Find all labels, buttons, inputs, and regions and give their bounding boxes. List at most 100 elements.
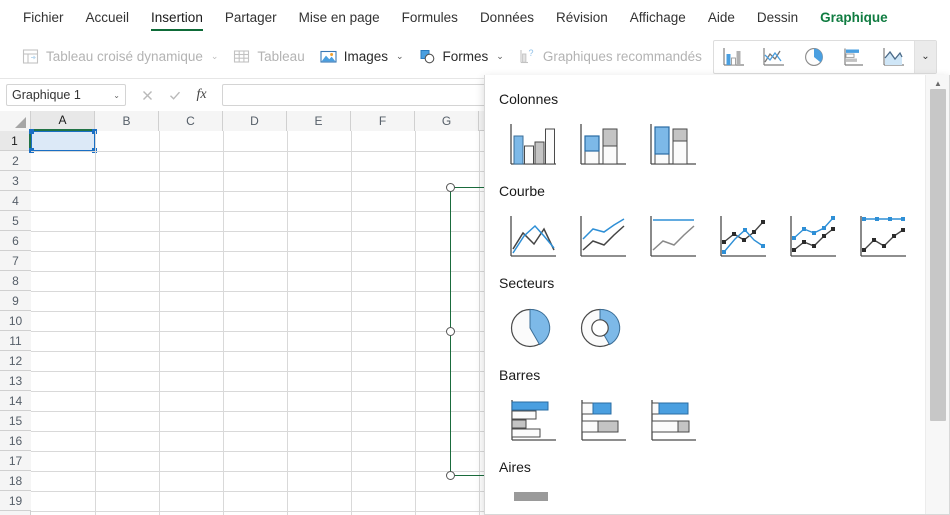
stacked-line-chart-item[interactable] [569,207,639,269]
stacked-line-with-markers-chart-icon [790,216,836,257]
row-header-17[interactable]: 17 [0,451,31,471]
close-icon [143,90,152,100]
column-header-d[interactable]: D [223,111,287,131]
area-chart-icon [514,492,548,501]
bar-chart-button[interactable] [834,41,874,73]
scrollbar-thumb[interactable] [930,89,946,421]
link-button[interactable]: Li [943,42,950,72]
tab-donnees[interactable]: Données [469,1,545,34]
pivot-table-icon [21,47,40,66]
pivot-table-button[interactable]: Tableau croisé dynamique ⌄ [14,42,225,72]
name-box[interactable]: Graphique 1 ⌄ [6,84,126,106]
tab-graphique[interactable]: Graphique [809,1,899,34]
tab-label: Fichier [23,10,64,25]
row-header-19[interactable]: 19 [0,491,31,511]
row-header-5[interactable]: 5 [0,211,31,231]
100-stacked-line-chart-icon [650,216,696,257]
row-header-11[interactable]: 11 [0,331,31,351]
row-header-column: 1 2 3 4 5 6 7 8 9 10 11 12 13 14 15 16 17 18 19 [0,131,31,515]
tab-formules[interactable]: Formules [391,1,469,34]
tab-dessin[interactable]: Dessin [746,1,809,34]
gallery-content: Colonnes Courbe Secteurs Barres Aires [485,75,925,514]
line-chart-item[interactable] [499,207,569,269]
row-header-18[interactable]: 18 [0,471,31,491]
doughnut-chart-icon [580,308,621,348]
clustered-column-chart-item[interactable] [499,115,569,177]
tab-label: Insertion [151,10,203,25]
stacked-line-with-markers-chart-item[interactable] [779,207,849,269]
row-header-4[interactable]: 4 [0,191,31,211]
clustered-bar-chart-item[interactable] [499,391,569,453]
tab-label: Graphique [820,10,888,25]
row-header-1[interactable]: 1 [0,131,31,151]
row-header-10[interactable]: 10 [0,311,31,331]
gallery-section-title-aires: Aires [499,459,531,475]
tab-accueil[interactable]: Accueil [75,1,141,34]
gridline-vertical [159,131,160,515]
row-header-2[interactable]: 2 [0,151,31,171]
recommended-charts-icon: ? [518,47,537,66]
name-box-value: Graphique 1 [12,88,81,102]
column-chart-button[interactable] [714,41,754,73]
tab-label: Affichage [629,10,686,25]
insert-ribbon: Tableau croisé dynamique ⌄ Tableau Image… [0,35,950,79]
area-chart-item[interactable] [499,483,569,514]
100-stacked-bar-chart-item[interactable] [639,391,709,453]
pie-chart-button[interactable] [794,41,834,73]
100-stacked-line-with-markers-chart-item[interactable] [849,207,919,269]
row-header-3[interactable]: 3 [0,171,31,191]
tab-label: Données [479,10,534,25]
100-stacked-line-chart-item[interactable] [639,207,709,269]
tab-label: Révision [555,10,608,25]
shapes-button[interactable]: Formes ⌄ [411,42,511,72]
column-header-b[interactable]: B [95,111,159,131]
row-header-15[interactable]: 15 [0,411,31,431]
row-header-6[interactable]: 6 [0,231,31,251]
tab-revision[interactable]: Révision [545,1,619,34]
line-with-markers-chart-item[interactable] [709,207,779,269]
stacked-bar-chart-item[interactable] [569,391,639,453]
select-all-corner[interactable] [0,111,31,131]
tab-mise-en-page[interactable]: Mise en page [288,1,391,34]
more-chart-types-button[interactable]: ⌄ [913,40,936,73]
table-label: Tableau [257,49,305,64]
column-header-g[interactable]: G [415,111,479,131]
clustered-column-chart-icon [510,124,556,165]
cancel-formula-button[interactable] [134,84,161,106]
area-chart-button[interactable] [874,41,914,73]
100-stacked-bar-chart-icon [651,400,696,441]
row-header-16[interactable]: 16 [0,431,31,451]
stacked-column-chart-item[interactable] [569,115,639,177]
gallery-scrollbar[interactable]: ▲ [925,75,949,514]
pictures-label: Images [343,49,388,64]
gallery-row-secteurs [499,299,925,361]
tab-insertion[interactable]: Insertion [140,1,214,34]
tab-partager[interactable]: Partager [214,1,288,34]
row-header-13[interactable]: 13 [0,371,31,391]
row-header-12[interactable]: 12 [0,351,31,371]
column-header-e[interactable]: E [287,111,351,131]
pictures-button[interactable]: Images ⌄ [312,42,411,72]
insert-function-button[interactable]: fx [188,84,215,106]
column-header-a[interactable]: A [31,111,95,131]
row-header-14[interactable]: 14 [0,391,31,411]
recommended-charts-button[interactable]: ? Graphiques recommandés [511,42,709,72]
tab-affichage[interactable]: Affichage [619,1,697,34]
column-header-c[interactable]: C [159,111,223,131]
selected-cell-a1[interactable] [29,129,97,153]
row-header-7[interactable]: 7 [0,251,31,271]
row-header-9[interactable]: 9 [0,291,31,311]
100-stacked-column-chart-item[interactable] [639,115,709,177]
chart-type-gallery-dropdown: Colonnes Courbe Secteurs Barres Aires ▲ [484,75,950,515]
table-button[interactable]: Tableau [225,42,311,72]
column-header-f[interactable]: F [351,111,415,131]
tab-aide[interactable]: Aide [697,1,746,34]
recommended-charts-label: Graphiques recommandés [542,49,702,64]
table-icon [232,47,251,66]
doughnut-chart-item[interactable] [569,299,639,361]
tab-fichier[interactable]: Fichier [12,1,75,34]
line-chart-button[interactable] [754,41,794,73]
confirm-formula-button[interactable] [161,84,188,106]
pie-chart-item[interactable] [499,299,569,361]
row-header-8[interactable]: 8 [0,271,31,291]
